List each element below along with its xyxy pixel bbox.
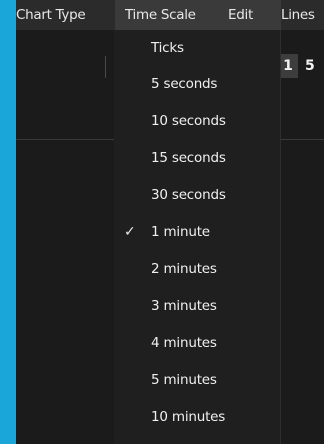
page-button-1[interactable]: 1 [278, 54, 298, 78]
menu-item-10-seconds[interactable]: 10 seconds [114, 103, 280, 139]
menu-chart-type[interactable]: Chart Type [16, 7, 86, 23]
menu-item-30-seconds[interactable]: 30 seconds [114, 177, 280, 213]
menu-item-15-seconds[interactable]: 15 seconds [114, 140, 280, 176]
menu-item-2-minutes[interactable]: 2 minutes [114, 251, 280, 287]
menu-item-3-minutes[interactable]: 3 minutes [114, 288, 280, 324]
menu-item-ticks[interactable]: Ticks [114, 30, 280, 66]
menu-time-scale[interactable]: Time Scale [125, 7, 196, 23]
menu-item-5-minutes[interactable]: 5 minutes [114, 362, 280, 398]
checkmark-icon: ✓ [124, 224, 136, 240]
app-window: Chart Type Time Scale Edit Lines 1 5 Tic… [16, 0, 324, 444]
menu-item-5-seconds[interactable]: 5 seconds [114, 66, 280, 102]
toolbar-separator [105, 56, 106, 78]
menu-item-10-minutes[interactable]: 10 minutes [114, 399, 280, 435]
page-button-5[interactable]: 5 [305, 54, 324, 78]
divider-left [16, 139, 114, 140]
menu-item-4-minutes[interactable]: 4 minutes [114, 325, 280, 361]
menu-lines[interactable]: Lines [281, 7, 315, 23]
time-scale-menu: Ticks 5 seconds 10 seconds 15 seconds 30… [114, 30, 281, 444]
menu-item-1-minute[interactable]: ✓ 1 minute [114, 214, 280, 250]
menu-edit[interactable]: Edit [228, 7, 253, 23]
menu-bar: Chart Type Time Scale Edit Lines [16, 0, 324, 30]
divider-right [281, 139, 324, 140]
